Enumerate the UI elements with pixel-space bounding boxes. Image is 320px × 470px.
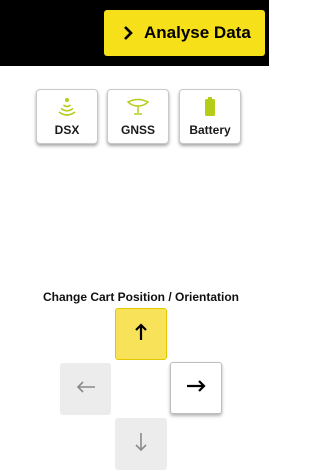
dsx-label: DSX [54,123,80,137]
arrow-right-icon [186,379,206,398]
arrow-up-icon [134,322,148,346]
move-down-button[interactable] [115,418,167,470]
chevron-right-icon [122,25,134,41]
cart-position-caption: Change Cart Position / Orientation [42,290,239,304]
battery-status-tile[interactable]: Battery [179,89,241,144]
gnss-status-tile[interactable]: GNSS [107,89,169,144]
top-bar: Analyse Data [0,0,269,66]
satellite-antenna-icon [108,97,168,117]
arrow-down-icon [134,432,148,457]
move-right-button[interactable] [170,362,222,414]
analyse-data-button[interactable]: Analyse Data [104,10,265,56]
signal-waves-icon [37,97,97,117]
battery-label: Battery [189,123,231,137]
status-row: DSX GNSS Battery [36,89,246,149]
move-up-button[interactable] [115,308,167,360]
arrow-left-icon [76,380,96,399]
battery-icon [180,97,240,117]
dsx-status-tile[interactable]: DSX [36,89,98,144]
gnss-label: GNSS [120,123,155,137]
move-left-button[interactable] [60,363,111,415]
analyse-data-label: Analyse Data [144,23,251,42]
